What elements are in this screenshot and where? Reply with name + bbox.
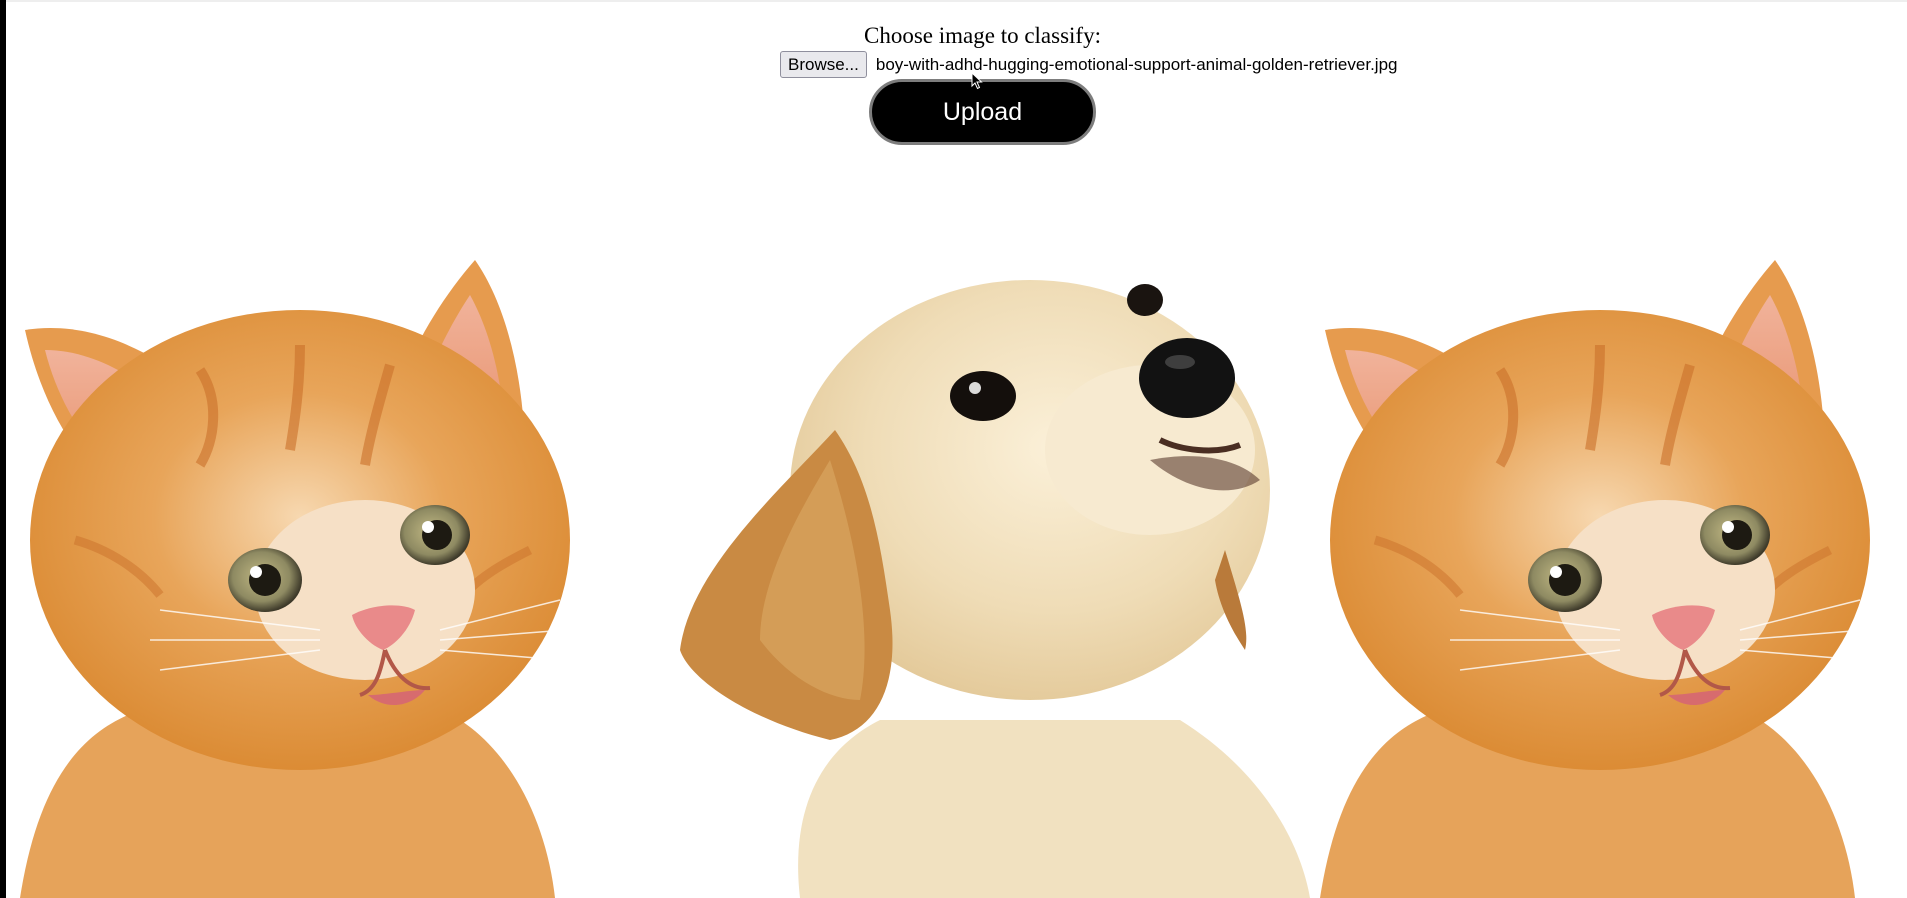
choose-image-label: Choose image to classify: — [864, 23, 1101, 48]
pets-image — [0, 250, 1907, 898]
top-edge — [0, 0, 1907, 2]
puppy — [680, 280, 1310, 898]
file-input[interactable]: Browse... boy-with-adhd-hugging-emotiona… — [780, 51, 1397, 78]
mouse-cursor-icon — [971, 72, 983, 90]
selected-file-name: boy-with-adhd-hugging-emotional-support-… — [875, 54, 1398, 74]
browse-button[interactable]: Browse... — [780, 51, 867, 78]
